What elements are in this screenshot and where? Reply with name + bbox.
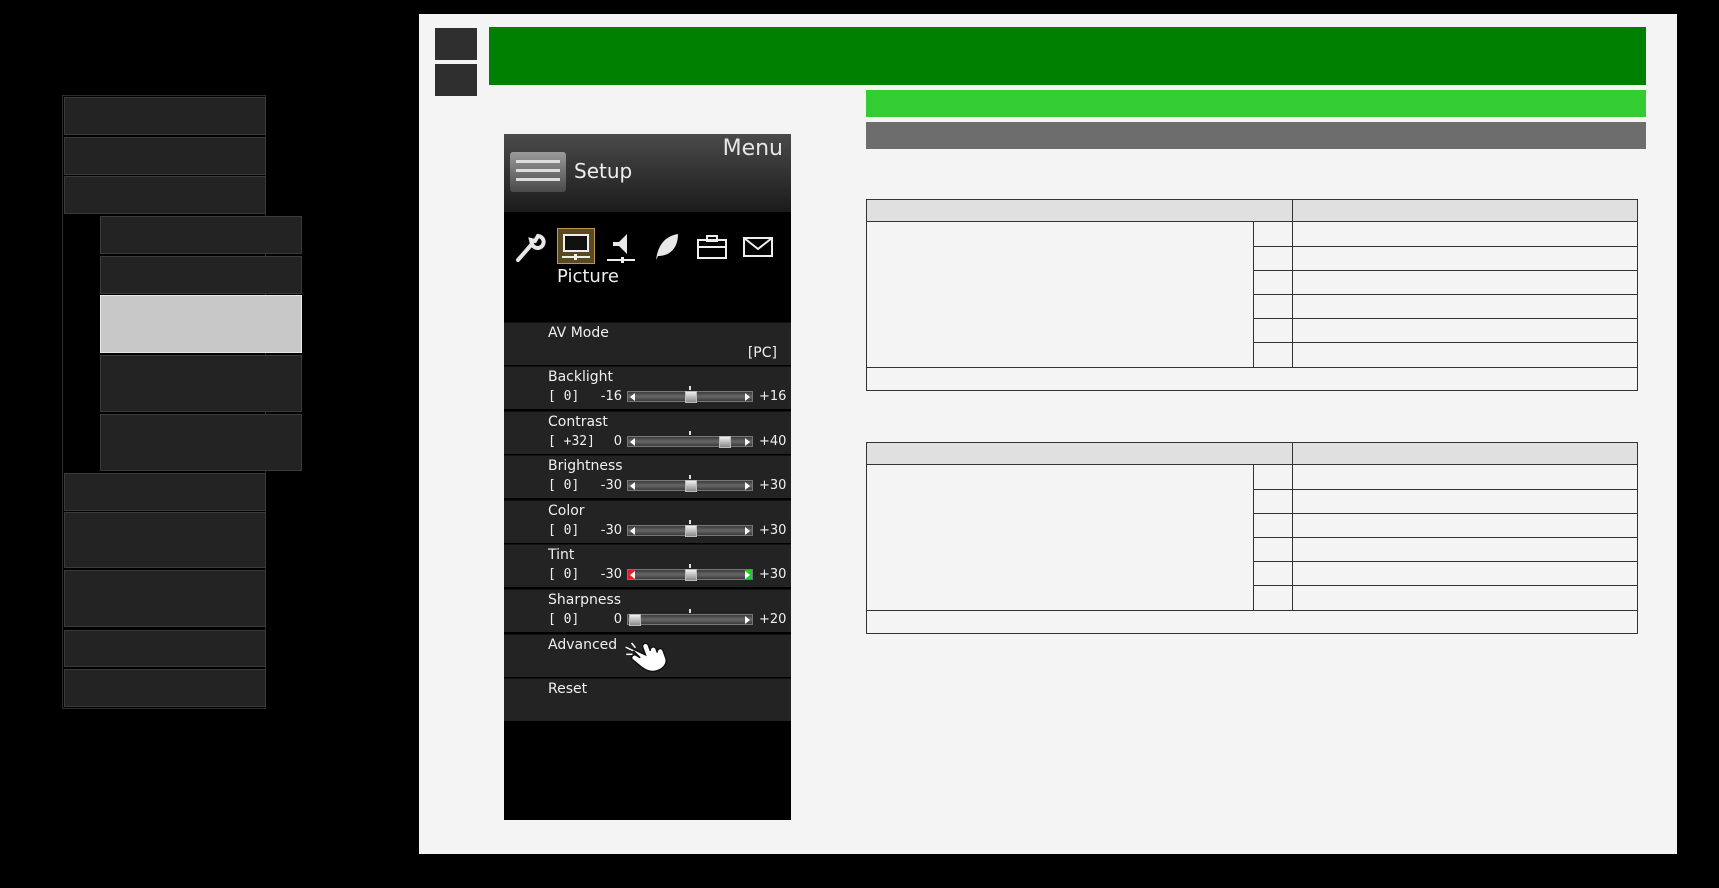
speaker-icon[interactable]	[603, 230, 639, 264]
tv-category-label: Picture	[557, 266, 619, 287]
envelope-icon[interactable]	[740, 230, 776, 264]
tv-menu-title: Menu	[722, 136, 783, 161]
slider-thumb[interactable]	[629, 614, 641, 626]
table-header	[867, 443, 1637, 465]
tv-section-label: Setup	[574, 159, 633, 183]
tv-item-current: [ 0]	[548, 478, 580, 493]
tv-item-label: AV Mode	[548, 325, 609, 341]
subsection-header-bar	[866, 122, 1646, 149]
square-button-1[interactable]	[435, 28, 477, 60]
contrast-slider[interactable]	[627, 431, 753, 448]
tv-item-backlight[interactable]: Backlight [ 0] -16 +16	[504, 366, 791, 409]
tv-item-label: Color	[548, 503, 585, 519]
slider-thumb[interactable]	[685, 480, 697, 492]
nav-subitem-5[interactable]	[100, 414, 302, 471]
tv-item-color[interactable]: Color [ 0] -30 +30	[504, 500, 791, 543]
nav-subitem-active[interactable]	[100, 295, 302, 353]
tv-item-contrast[interactable]: Contrast [ +32] 0 +40	[504, 411, 791, 454]
tv-item-min: -16	[600, 389, 622, 404]
tv-item-current: [ 0]	[548, 612, 580, 627]
nav-item-8[interactable]	[64, 669, 266, 707]
tv-menu-screenshot: Setup Menu Picture AV Mode [PC] Backligh…	[504, 134, 791, 820]
tint-slider[interactable]	[627, 564, 753, 581]
tv-item-min: -30	[600, 478, 622, 493]
setup-sliders-icon	[510, 152, 566, 192]
tv-item-value: [PC]	[747, 345, 777, 361]
tv-item-label: Reset	[548, 681, 588, 697]
leaf-icon[interactable]	[648, 230, 684, 264]
slider-thumb[interactable]	[685, 391, 697, 403]
page-title-banner	[489, 27, 1646, 85]
slider-thumb[interactable]	[685, 569, 697, 581]
wrench-icon[interactable]	[512, 230, 548, 264]
right-edge	[1677, 14, 1719, 888]
nav-item-5[interactable]	[64, 512, 266, 568]
nav-item-1[interactable]	[64, 97, 266, 135]
nav-item-6[interactable]	[64, 570, 266, 627]
data-table-2	[866, 442, 1638, 634]
tv-item-label: Brightness	[548, 458, 623, 474]
tv-item-max: +20	[759, 612, 787, 627]
tv-item-label: Sharpness	[548, 592, 622, 608]
tv-item-sharpness[interactable]: Sharpness [ 0] 0 +20	[504, 589, 791, 632]
section-header-banner	[866, 90, 1646, 117]
slider-thumb[interactable]	[685, 525, 697, 537]
tv-item-label: Backlight	[548, 369, 614, 385]
tv-item-max: +30	[759, 478, 787, 493]
tv-item-min: 0	[613, 612, 622, 627]
nav-item-2[interactable]	[64, 137, 266, 175]
slider-thumb[interactable]	[718, 436, 731, 448]
nav-subitem-1[interactable]	[100, 216, 302, 254]
tv-item-reset[interactable]: Reset	[504, 678, 791, 721]
tv-item-current: [ +32]	[548, 434, 595, 449]
square-button-2[interactable]	[435, 64, 477, 96]
nav-item-7[interactable]	[64, 630, 266, 667]
nav-subitem-2[interactable]	[100, 256, 302, 294]
table-header	[867, 200, 1637, 222]
tv-category-icons: Picture	[504, 224, 791, 314]
picture-icon[interactable]	[557, 228, 595, 264]
nav-subitem-4[interactable]	[100, 355, 302, 412]
tv-item-max: +40	[759, 434, 787, 449]
tv-item-min: -30	[600, 567, 622, 582]
nav-item-3[interactable]	[64, 176, 266, 214]
tv-item-label: Tint	[548, 547, 575, 563]
tv-item-min: -30	[600, 523, 622, 538]
tv-item-current: [ 0]	[548, 523, 580, 538]
data-table-1	[866, 199, 1638, 391]
briefcase-icon[interactable]	[694, 230, 730, 264]
tv-item-av-mode[interactable]: AV Mode [PC]	[504, 322, 791, 365]
sharpness-slider[interactable]	[627, 609, 753, 626]
tv-item-label: Advanced	[548, 637, 618, 653]
brightness-slider[interactable]	[627, 475, 753, 492]
tv-item-current: [ 0]	[548, 389, 580, 404]
tv-item-max: +30	[759, 523, 787, 538]
tv-item-brightness[interactable]: Brightness [ 0] -30 +30	[504, 455, 791, 498]
tv-item-label: Contrast	[548, 414, 608, 430]
nav-item-4[interactable]	[64, 473, 266, 511]
color-slider[interactable]	[627, 520, 753, 537]
tv-item-max: +30	[759, 567, 787, 582]
backlight-slider[interactable]	[627, 386, 753, 403]
tv-item-max: +16	[759, 389, 787, 404]
tv-menu-header: Setup Menu	[504, 134, 791, 212]
tv-item-current: [ 0]	[548, 567, 580, 582]
tv-item-tint[interactable]: Tint [ 0] -30 +30	[504, 544, 791, 587]
tv-item-min: 0	[613, 434, 622, 449]
bottom-bar	[419, 854, 1677, 872]
